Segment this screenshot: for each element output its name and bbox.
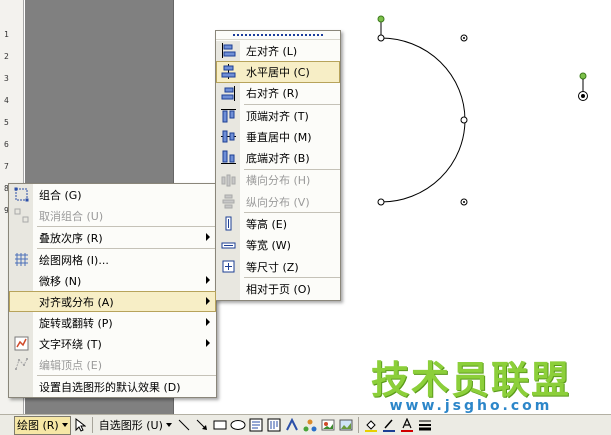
- clip-art-icon: [321, 419, 335, 431]
- arrow-button[interactable]: [193, 416, 211, 435]
- drawing-toolbar: 绘图 (R) 自选图形 (U): [0, 414, 611, 435]
- resize-handle[interactable]: [460, 116, 468, 124]
- menu-item-text-wrap[interactable]: 文字环绕 (T): [9, 333, 216, 354]
- vertical-text-box-button[interactable]: [265, 416, 283, 435]
- oval-icon: [230, 420, 246, 430]
- ungroup-icon: [13, 208, 29, 223]
- circle-shape[interactable]: [380, 37, 466, 203]
- align-bottom-icon: [220, 150, 236, 165]
- menu-item-relative-to-page[interactable]: 相对于页 (O): [216, 278, 340, 299]
- select-objects-button[interactable]: [71, 416, 89, 435]
- resize-handle[interactable]: [377, 198, 385, 206]
- menu-item-align-middle[interactable]: 垂直居中 (M): [216, 126, 340, 147]
- picture-icon: [339, 419, 353, 431]
- menu-item-distribute-horizontal[interactable]: 横向分布 (H): [216, 170, 340, 191]
- text-box-button[interactable]: [247, 416, 265, 435]
- submenu-arrow-icon: [206, 233, 210, 241]
- edit-points-icon: [13, 357, 29, 372]
- draw-menu-button[interactable]: 绘图 (R): [14, 415, 71, 435]
- menu-item-distribute-vertical[interactable]: 纵向分布 (V): [216, 191, 340, 212]
- watermark: 技术员联盟 www.jsgho.com: [371, 360, 571, 414]
- grid-icon: [13, 252, 29, 267]
- diagram-button[interactable]: [301, 416, 319, 435]
- distribute-vertical-icon: [220, 194, 236, 209]
- wordart-icon: [285, 418, 298, 431]
- pointer-icon: [75, 418, 86, 432]
- menu-item-order[interactable]: 叠放次序 (R): [9, 227, 216, 248]
- line-style-icon: [418, 420, 431, 431]
- rectangle-button[interactable]: [211, 416, 229, 435]
- watermark-url: www.jsgho.com: [389, 398, 553, 414]
- submenu-arrow-icon: [206, 339, 210, 347]
- submenu-arrow-icon: [206, 318, 210, 326]
- line-button[interactable]: [175, 416, 193, 435]
- same-height-icon: [220, 216, 236, 231]
- menu-item-set-default[interactable]: 设置自选图形的默认效果 (D): [9, 376, 216, 397]
- font-color-button[interactable]: [398, 416, 416, 435]
- line-icon: [178, 419, 190, 431]
- align-middle-icon: [220, 129, 236, 144]
- chevron-down-icon: [61, 423, 68, 427]
- watermark-title: 技术员联盟: [370, 358, 571, 402]
- oval-button[interactable]: [229, 416, 247, 435]
- line-color-button[interactable]: [380, 416, 398, 435]
- text-box-icon: [249, 418, 263, 432]
- distribute-horizontal-icon: [220, 173, 236, 188]
- menu-item-align-right[interactable]: 右对齐 (R): [216, 83, 340, 104]
- submenu-arrow-icon: [206, 276, 210, 284]
- font-color-icon: [400, 418, 413, 432]
- menu-item-same-width[interactable]: 等宽 (W): [216, 235, 340, 256]
- rectangle-icon: [213, 420, 227, 430]
- line-style-button[interactable]: [416, 416, 434, 435]
- menu-item-align-bottom[interactable]: 底端对齐 (B): [216, 147, 340, 168]
- menu-item-ungroup[interactable]: 取消组合 (U): [9, 205, 216, 226]
- context-menu: 组合 (G) 取消组合 (U) 叠放次序 (R) 绘图网格 (I)... 微移 …: [8, 183, 217, 398]
- vertical-text-box-icon: [267, 418, 281, 432]
- menu-item-nudge[interactable]: 微移 (N): [9, 270, 216, 291]
- menu-item-same-size[interactable]: 等尺寸 (Z): [216, 256, 340, 277]
- menu-item-align-center[interactable]: 水平居中 (C): [216, 61, 340, 83]
- text-wrap-icon: [13, 336, 29, 351]
- rotation-handle[interactable]: [377, 15, 385, 23]
- menu-item-edit-points[interactable]: 编辑顶点 (E): [9, 354, 216, 375]
- same-width-icon: [220, 238, 236, 253]
- autoshapes-menu-button[interactable]: 自选图形 (U): [96, 416, 175, 435]
- submenu-drag-handle[interactable]: [216, 31, 340, 40]
- insert-picture-button[interactable]: [337, 416, 355, 435]
- arrow-icon: [196, 419, 207, 430]
- align-left-icon: [220, 43, 236, 58]
- menu-item-align-top[interactable]: 顶端对齐 (T): [216, 105, 340, 126]
- align-right-icon: [220, 85, 236, 101]
- same-size-icon: [220, 259, 236, 274]
- align-center-icon: [220, 64, 236, 80]
- chevron-down-icon: [165, 423, 172, 427]
- align-top-icon: [220, 108, 236, 123]
- menu-item-group[interactable]: 组合 (G): [9, 184, 216, 205]
- clip-art-button[interactable]: [319, 416, 337, 435]
- diagram-icon: [303, 419, 317, 432]
- menu-item-rotate-flip[interactable]: 旋转或翻转 (P): [9, 312, 216, 333]
- fill-color-button[interactable]: [362, 416, 380, 435]
- resize-handle[interactable]: [377, 34, 385, 42]
- fill-color-icon: [364, 420, 377, 432]
- group-icon: [13, 187, 29, 202]
- menu-item-align-left[interactable]: 左对齐 (L): [216, 40, 340, 61]
- menu-item-grid[interactable]: 绘图网格 (I)...: [9, 249, 216, 270]
- menu-item-same-height[interactable]: 等高 (E): [216, 213, 340, 234]
- align-submenu: 左对齐 (L) 水平居中 (C) 右对齐 (R) 顶端对齐 (T) 垂直居中 (…: [215, 30, 341, 301]
- menu-item-align-distribute[interactable]: 对齐或分布 (A): [9, 291, 216, 312]
- rotation-handle[interactable]: [579, 72, 587, 80]
- line-color-icon: [382, 419, 395, 432]
- wordart-button[interactable]: [283, 416, 301, 435]
- submenu-arrow-icon: [206, 297, 210, 305]
